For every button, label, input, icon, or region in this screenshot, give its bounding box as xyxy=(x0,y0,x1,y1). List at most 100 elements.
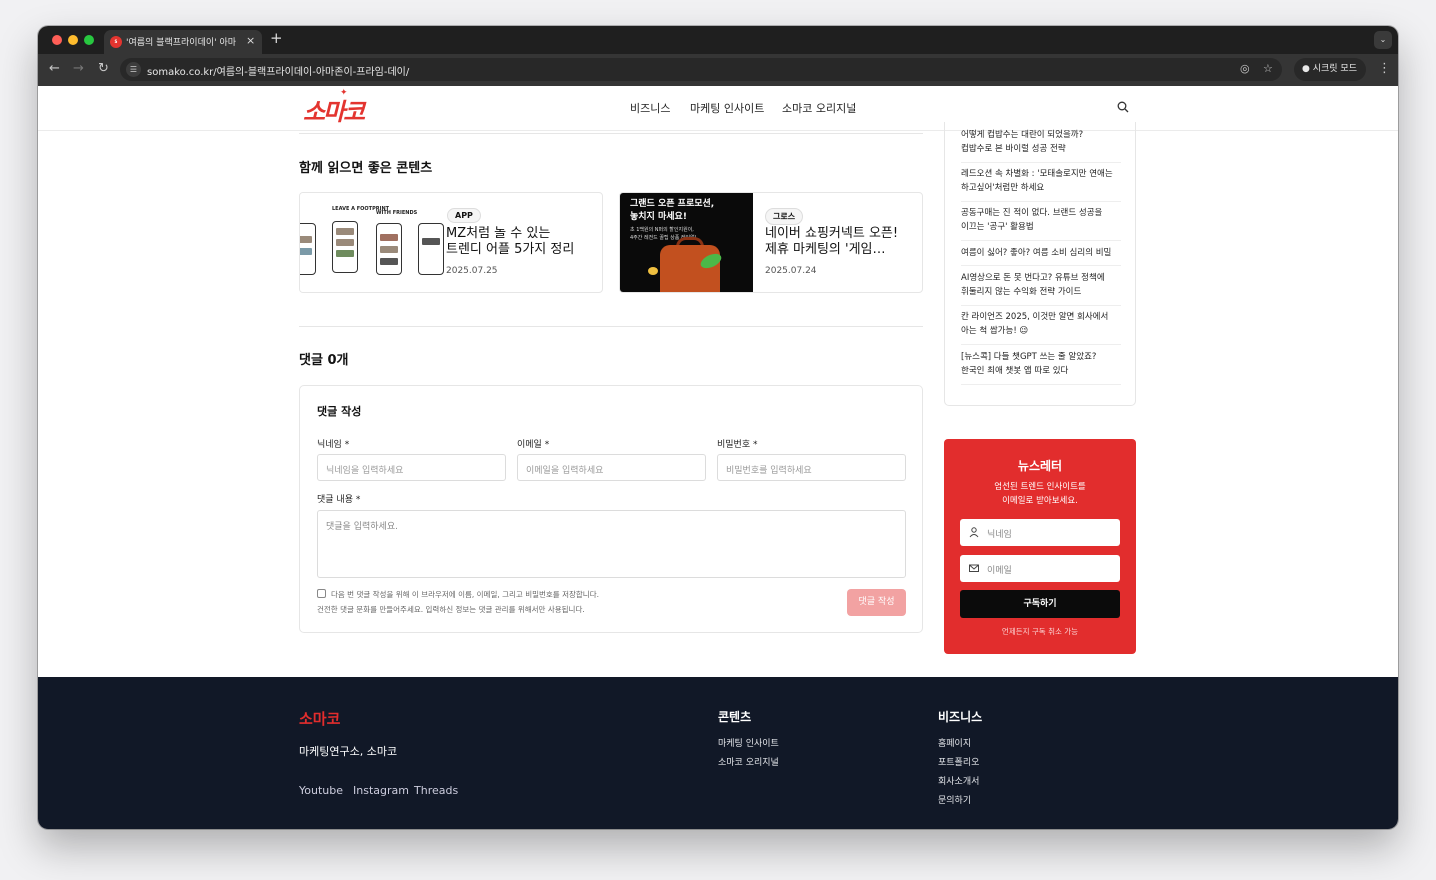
thumb-text: WITH FRIENDS xyxy=(376,210,418,216)
url-text[interactable]: somako.co.kr/여름의-블랙프라이데이-아마존이-프라임-데이/ xyxy=(147,63,409,78)
nickname-label: 닉네임 * xyxy=(317,440,350,450)
save-info-checkbox[interactable] xyxy=(317,589,326,598)
footer-link[interactable]: 홈페이지 xyxy=(938,736,971,749)
incognito-icon: ● xyxy=(1302,64,1313,74)
thumb-headline-line: 그랜드 오픈 프로모션, xyxy=(630,199,715,209)
newsletter-name-placeholder: 닉네임 xyxy=(987,530,1012,540)
list-item-line: AI영상으로 돈 못 번다고? 유튜브 정책에 xyxy=(961,273,1105,283)
related-card[interactable]: 그랜드 오픈 프로모션, 놓치지 마세요! 초 1백원의 N퍼의 할인지원이, … xyxy=(619,192,923,293)
submit-comment-button[interactable]: 댓글 작성 xyxy=(847,589,906,616)
site-footer: 소마코 마케팅연구소, 소마코 Youtube Instagram Thread… xyxy=(38,677,1398,829)
incognito-indicator[interactable]: ● 시크릿 모드 xyxy=(1294,58,1366,81)
close-window-button[interactable] xyxy=(52,35,62,45)
footer-col-title: 콘텐츠 xyxy=(718,710,752,724)
category-badge: 그로스 xyxy=(765,208,804,225)
tab-title: '여름의 블랙프라이데이' 아마존이 xyxy=(126,38,236,48)
search-icon[interactable] xyxy=(1117,101,1129,113)
nav-somako-original[interactable]: 소마코 오리지널 xyxy=(782,100,856,116)
footer-link[interactable]: 마케팅 인사이트 xyxy=(718,736,779,749)
card-date: 2025.07.25 xyxy=(446,266,498,276)
divider xyxy=(961,305,1121,306)
footer-link[interactable]: 소마코 오리지널 xyxy=(718,755,779,768)
list-item-line: 아는 척 쌉가능! 😉 xyxy=(961,326,1029,336)
forward-arrow-icon[interactable]: → xyxy=(73,61,84,76)
comment-textarea[interactable]: 댓글을 입력하세요. xyxy=(317,510,906,578)
divider xyxy=(299,326,923,327)
bookmark-star-icon[interactable]: ☆ xyxy=(1263,62,1273,75)
list-item-line: 한국인 최애 챗봇 앱 따로 있다 xyxy=(961,366,1069,376)
related-card[interactable]: LEAVE A FOOTPRINT WITH FRIENDS APP MZ처럼 … xyxy=(299,192,603,293)
divider xyxy=(961,384,1121,385)
save-info-label[interactable]: 다음 번 댓글 작성을 위해 이 브라우저에 이름, 이메일, 그리고 비밀번호… xyxy=(331,589,599,600)
footer-link-instagram[interactable]: Instagram xyxy=(353,784,409,797)
email-label: 이메일 * xyxy=(517,440,550,450)
card-thumbnail: LEAVE A FOOTPRINT WITH FRIENDS xyxy=(300,193,444,292)
site-logo[interactable]: 소마코 xyxy=(303,92,365,127)
card-date: 2025.07.24 xyxy=(765,266,817,276)
password-label: 비밀번호 * xyxy=(717,440,758,450)
footer-link-youtube[interactable]: Youtube xyxy=(299,784,343,797)
maximize-window-button[interactable] xyxy=(84,35,94,45)
user-icon xyxy=(969,527,979,538)
divider xyxy=(961,162,1121,163)
minimize-window-button[interactable] xyxy=(68,35,78,45)
phone-illustration xyxy=(300,223,316,275)
footer-link[interactable]: 문의하기 xyxy=(938,793,971,806)
back-arrow-icon[interactable]: ← xyxy=(49,61,60,76)
footer-link-threads[interactable]: Threads xyxy=(414,784,458,797)
divider xyxy=(299,133,923,134)
browser-tab-active[interactable]: S '여름의 블랙프라이데이' 아마존이 × xyxy=(104,30,262,54)
related-heading: 함께 읽으면 좋은 콘텐츠 xyxy=(299,161,433,176)
coin-shape xyxy=(648,267,658,275)
footer-col-title: 비즈니스 xyxy=(938,710,983,724)
nickname-input[interactable]: 닉네임을 입력하세요 xyxy=(317,454,506,481)
nav-business[interactable]: 비즈니스 xyxy=(630,100,670,116)
address-bar[interactable]: ☰ somako.co.kr/여름의-블랙프라이데이-아마존이-프라임-데이/ … xyxy=(120,58,1282,81)
email-input[interactable]: 이메일을 입력하세요 xyxy=(517,454,706,481)
thumb-headline: 그랜드 오픈 프로모션, 놓치지 마세요! xyxy=(630,198,714,224)
list-item[interactable]: 레드오션 속 차별화 : '모태솔로지만 연애는 하고싶어'처럼만 하세요 xyxy=(961,167,1131,195)
comment-form: 댓글 작성 닉네임 * 이메일 * 비밀번호 * 닉네임을 입력하세요 이메일을… xyxy=(299,385,923,633)
password-input[interactable]: 비밀번호를 입력하세요 xyxy=(717,454,906,481)
list-item-line: 휘둘리지 않는 수익화 전략 가이드 xyxy=(961,287,1082,297)
tab-close-icon[interactable]: × xyxy=(246,34,255,47)
unsubscribe-note: 언제든지 구독 취소 가능 xyxy=(1001,627,1079,636)
newsletter-description-line: 이메일로 받아보세요. xyxy=(1002,496,1078,506)
new-tab-button[interactable]: + xyxy=(270,29,283,47)
browser-window: S '여름의 블랙프라이데이' 아마존이 × + ⌄ ← → ↻ ☰ somak… xyxy=(38,26,1398,829)
list-item[interactable]: 여름이 싫어? 좋아? 여름 소비 심리의 비밀 xyxy=(961,246,1131,260)
newsletter-name-input[interactable]: 닉네임 xyxy=(960,519,1120,546)
content-label: 댓글 내용 * xyxy=(317,495,361,505)
footer-logo[interactable]: 소마코 xyxy=(299,708,340,729)
nav-marketing-insight[interactable]: 마케팅 인사이트 xyxy=(690,100,764,116)
list-item[interactable]: AI영상으로 돈 못 번다고? 유튜브 정책에휘둘리지 않는 수익화 전략 가이… xyxy=(961,271,1131,299)
list-item[interactable]: 어떻게 컵밥수는 대란이 되었을까? 컵밥수로 본 바이럴 성공 전략 xyxy=(961,128,1131,156)
tab-search-button[interactable]: ⌄ xyxy=(1374,31,1392,49)
popular-posts-list: 어떻게 컵밥수는 대란이 되었을까? 컵밥수로 본 바이럴 성공 전략 레드오션 … xyxy=(944,122,1136,406)
list-item[interactable]: 공동구매는 진 적이 없다. 브랜드 성공을이끄는 '공구' 활용법 xyxy=(961,206,1131,234)
subscribe-button[interactable]: 구독하기 xyxy=(960,590,1120,618)
site-header: 소마코 ✦ 비즈니스 마케팅 인사이트 소마코 오리지널 xyxy=(38,86,1398,131)
list-item[interactable]: [뉴스콕] 다들 챗GPT 쓰는 줄 알았죠? 한국인 최애 챗봇 앱 따로 있다 xyxy=(961,350,1131,378)
card-title: 네이버 쇼핑커넥트 오픈! 제휴 마케팅의 '게임… xyxy=(765,226,898,258)
browser-menu-icon[interactable]: ⋮ xyxy=(1378,61,1391,76)
list-item-line: 이끄는 '공구' 활용법 xyxy=(961,222,1034,232)
eye-off-icon[interactable]: ◎ xyxy=(1240,62,1250,75)
mail-icon xyxy=(969,564,979,572)
phone-illustration xyxy=(332,221,358,273)
site-info-icon[interactable]: ☰ xyxy=(126,62,141,77)
card-title-line: 네이버 쇼핑커넥트 오픈! xyxy=(765,226,899,241)
list-item-line: 레드오션 속 차별화 : '모태솔로지만 연애는 xyxy=(961,169,1113,179)
newsletter-email-input[interactable]: 이메일 xyxy=(960,555,1120,582)
phone-illustration xyxy=(376,223,402,275)
list-item-line: 공동구매는 진 적이 없다. 브랜드 성공을 xyxy=(961,208,1103,218)
reload-icon[interactable]: ↻ xyxy=(98,61,109,76)
form-heading: 댓글 작성 xyxy=(317,405,362,418)
footer-link[interactable]: 회사소개서 xyxy=(938,774,979,787)
list-item[interactable]: 칸 라이언즈 2025, 이것만 알면 회사에서 아는 척 쌉가능! 😉 xyxy=(961,310,1131,338)
footer-link[interactable]: 포트폴리오 xyxy=(938,755,979,768)
incognito-label: 시크릿 모드 xyxy=(1312,64,1357,74)
category-badge: APP xyxy=(447,208,481,223)
thumb-headline-line: 놓치지 마세요! xyxy=(630,212,687,222)
newsletter-box: 뉴스레터 엄선된 트렌드 인사이트를 이메일로 받아보세요. 닉네임 이메일 구… xyxy=(944,439,1136,654)
